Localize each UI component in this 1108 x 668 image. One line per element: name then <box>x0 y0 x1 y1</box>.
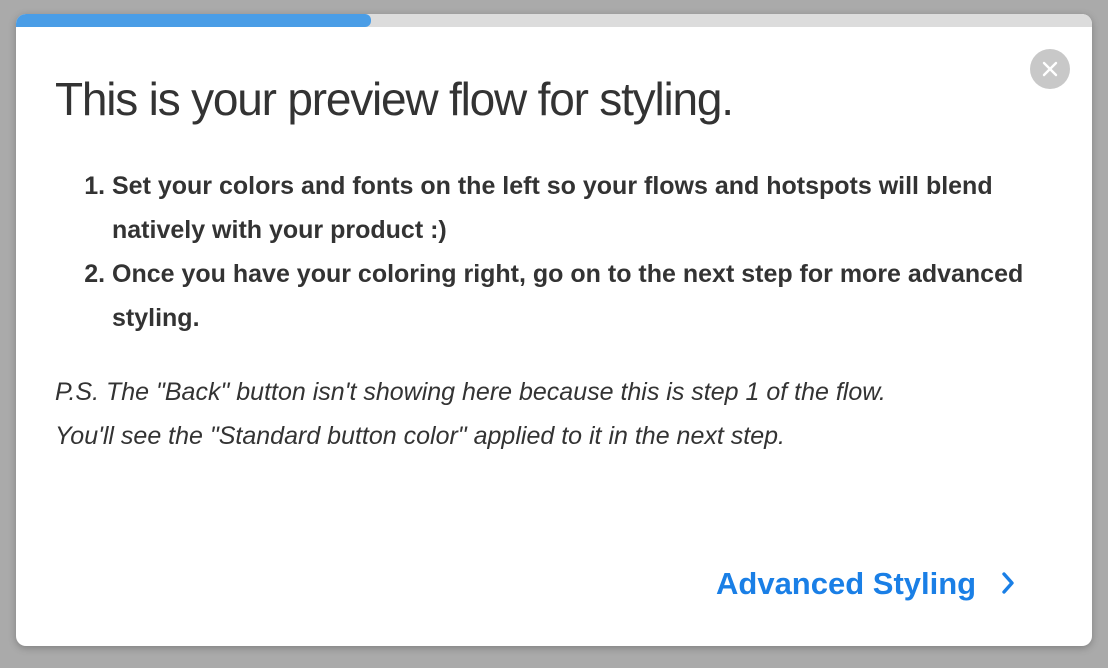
steps-list: Set your colors and fonts on the left so… <box>72 164 1072 340</box>
ps-note-line: You'll see the "Standard button color" a… <box>55 422 785 450</box>
dialog-title: This is your preview flow for styling. <box>55 73 734 125</box>
ps-note-line: P.S. The "Back" button isn't showing her… <box>55 378 886 406</box>
progress-bar <box>16 14 1092 27</box>
close-button[interactable] <box>1030 49 1070 89</box>
close-icon <box>1042 61 1058 77</box>
step-item: Once you have your coloring right, go on… <box>112 252 1072 340</box>
chevron-right-icon <box>1002 566 1014 602</box>
advanced-styling-button[interactable]: Advanced Styling <box>716 562 1014 606</box>
step-item: Set your colors and fonts on the left so… <box>112 164 1072 252</box>
progress-bar-fill <box>16 14 372 27</box>
preview-dialog: This is your preview flow for styling. S… <box>16 14 1092 646</box>
advanced-styling-label: Advanced Styling <box>716 566 977 601</box>
ps-note: P.S. The "Back" button isn't showing her… <box>55 370 1055 458</box>
